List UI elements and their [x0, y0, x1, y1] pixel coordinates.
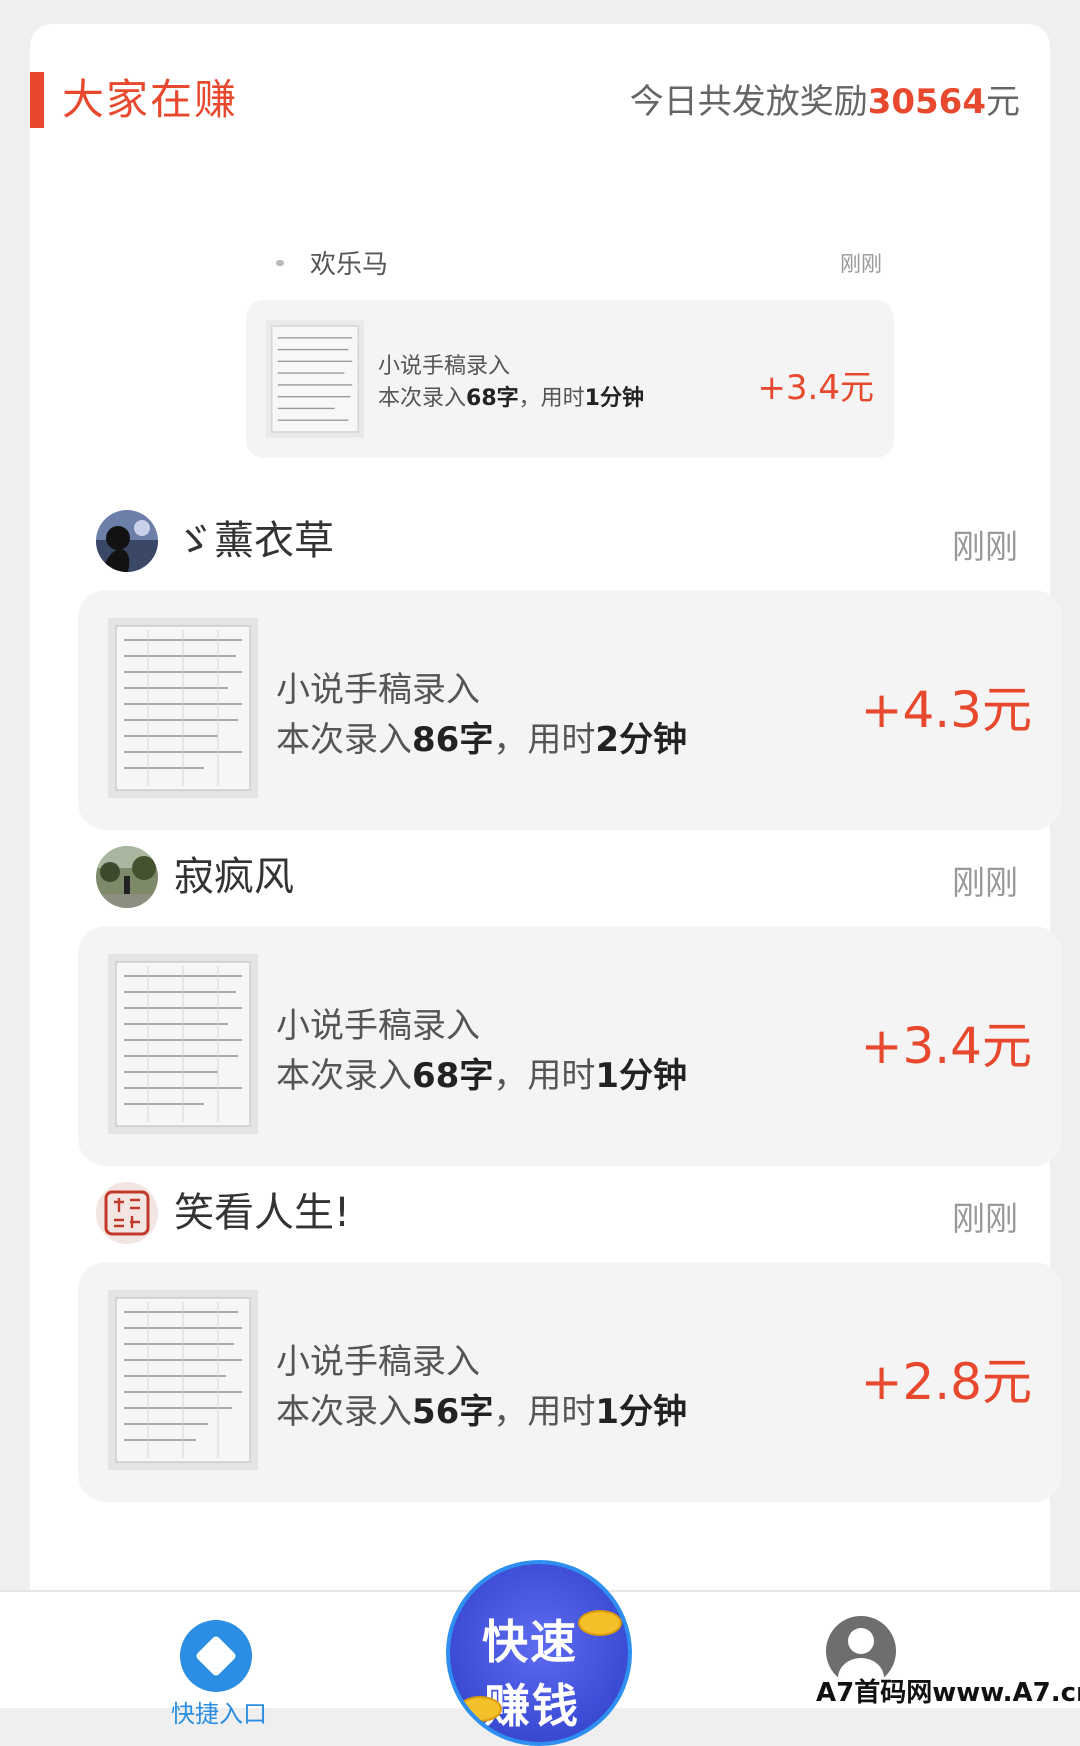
task-detail: 本次录入86字，用时2分钟 — [276, 712, 687, 761]
time-label: 刚刚 — [840, 252, 882, 276]
detail-mid: ，用时 — [493, 720, 596, 760]
char-count: 86字 — [412, 720, 494, 760]
task-detail: 本次录入68字，用时1分钟 — [276, 1048, 687, 1097]
earnings-panel: 大家在赚 今日共发放奖励30564元 欢乐马 刚刚 小说手稿录入 本次录入68字… — [30, 24, 1062, 1664]
duration: 1分钟 — [595, 1056, 687, 1096]
task-title: 小说手稿录入 — [276, 670, 480, 710]
total-amount: 30564 — [867, 82, 986, 122]
detail-mid: ，用时 — [493, 1392, 596, 1432]
duration: 1分钟 — [584, 386, 644, 411]
detail-mid: ，用时 — [493, 1056, 596, 1096]
user-name: 笑看人生! — [174, 1190, 351, 1236]
avatar — [276, 260, 284, 266]
accent-bar — [30, 72, 44, 128]
detail-prefix: 本次录入 — [276, 1056, 412, 1096]
home-tab-label[interactable]: 快捷入口 — [154, 1694, 284, 1729]
detail-prefix: 本次录入 — [276, 720, 412, 760]
feed-user-row-top: 欢乐马 刚刚 — [276, 242, 882, 286]
time-label: 刚刚 — [952, 1199, 1018, 1238]
reward-amount: +4.3元 — [860, 681, 1032, 739]
reward-amount: +3.4元 — [860, 1017, 1032, 1075]
char-count: 68字 — [466, 386, 519, 411]
total-prefix: 今日共发放奖励 — [629, 82, 868, 122]
manuscript-thumbnail-icon — [108, 618, 258, 798]
diamond-icon — [194, 1634, 238, 1678]
task-detail: 本次录入56字，用时1分钟 — [276, 1384, 687, 1433]
feed-card-top[interactable]: 小说手稿录入 本次录入68字，用时1分钟 +3.4元 — [246, 300, 894, 458]
section-title: 大家在赚 — [62, 75, 239, 124]
seal-avatar-icon[interactable] — [96, 1182, 158, 1244]
fast-earn-line1: 快速 — [482, 1615, 578, 1669]
feed-card[interactable]: 小说手稿录入 本次录入86字，用时2分钟 +4.3元 — [78, 590, 1062, 830]
char-count: 68字 — [412, 1056, 494, 1096]
time-label: 刚刚 — [952, 527, 1018, 566]
user-name: 欢乐马 — [310, 250, 389, 280]
char-count: 56字 — [412, 1392, 494, 1432]
user-head-shape — [848, 1628, 874, 1654]
feed-user-row: 笑看人生! 刚刚 — [96, 1182, 1046, 1246]
manuscript-thumbnail-icon — [108, 1290, 258, 1470]
park-avatar-icon[interactable] — [96, 846, 158, 908]
user-name: ゞ薰衣草 — [174, 518, 334, 564]
manuscript-thumbnail-icon — [108, 954, 258, 1134]
task-detail: 本次录入68字，用时1分钟 — [378, 380, 644, 412]
reward-amount: +3.4元 — [757, 368, 874, 408]
detail-prefix: 本次录入 — [378, 386, 467, 411]
feed-card[interactable]: 小说手稿录入 本次录入68字，用时1分钟 +3.4元 — [78, 926, 1062, 1166]
task-title: 小说手稿录入 — [276, 1006, 480, 1046]
silhouette-avatar-icon[interactable] — [96, 510, 158, 572]
coin-icon — [578, 1610, 622, 1636]
coin-icon — [458, 1696, 502, 1722]
detail-prefix: 本次录入 — [276, 1392, 412, 1432]
feed-user-row: ゞ薰衣草 刚刚 — [96, 510, 1046, 574]
duration: 2分钟 — [595, 720, 687, 760]
total-unit: 元 — [986, 82, 1020, 122]
fast-earn-button[interactable]: 快速 赚钱 — [446, 1560, 632, 1746]
home-tab-icon[interactable] — [180, 1620, 252, 1692]
feed-user-row: 寂疯风 刚刚 — [96, 846, 1046, 910]
total-reward: 今日共发放奖励30564元 — [630, 74, 1020, 130]
task-title: 小说手稿录入 — [276, 1342, 480, 1382]
feed-card[interactable]: 小说手稿录入 本次录入56字，用时1分钟 +2.8元 — [78, 1262, 1062, 1502]
time-label: 刚刚 — [952, 863, 1018, 902]
user-name: 寂疯风 — [174, 854, 294, 900]
panel-header: 大家在赚 今日共发放奖励30564元 — [30, 64, 1050, 134]
duration: 1分钟 — [595, 1392, 687, 1432]
reward-amount: +2.8元 — [860, 1353, 1032, 1411]
detail-mid: ，用时 — [518, 386, 585, 411]
watermark: A7首码网www.A7.cn — [816, 1678, 1080, 1708]
task-title: 小说手稿录入 — [378, 354, 511, 379]
manuscript-thumbnail-icon — [266, 320, 364, 438]
